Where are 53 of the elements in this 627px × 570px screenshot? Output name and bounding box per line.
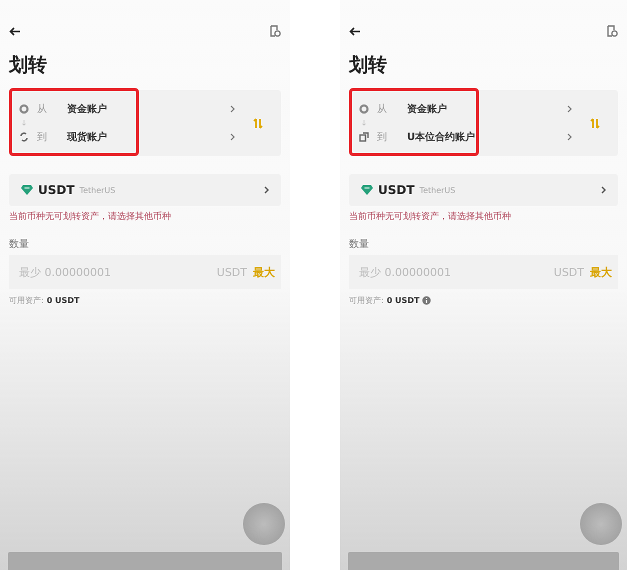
coin-name: TetherUS	[420, 186, 456, 194]
down-arrow-icon	[21, 120, 27, 126]
chevron-icon	[264, 186, 269, 194]
coin-selector[interactable]: USDT TetherUS	[9, 174, 281, 206]
gem-icon	[21, 185, 33, 195]
available-value: 0 USDT	[386, 296, 420, 305]
amount-label: 数量	[349, 238, 370, 251]
chevron-icon	[230, 133, 235, 141]
chevron-icon	[601, 186, 606, 194]
available-label: 可用资产:	[9, 295, 44, 306]
chevron-icon	[567, 133, 572, 141]
circle-icon	[359, 104, 369, 114]
chevron-icon	[230, 105, 235, 113]
coin-selector[interactable]: USDT TetherUS	[349, 174, 618, 206]
swap-arrows-icon[interactable]	[253, 118, 263, 128]
available-label: 可用资产:	[349, 295, 384, 306]
amount-label: 数量	[9, 238, 30, 251]
back-arrow-icon[interactable]	[349, 26, 361, 36]
account-row[interactable]: 从 资金账户	[19, 98, 253, 120]
coin-name: TetherUS	[80, 186, 116, 194]
down-arrow-icon	[361, 120, 367, 126]
gem-icon	[361, 185, 373, 195]
account-name: 资金账户	[407, 102, 448, 116]
page-title: 划转	[349, 53, 388, 78]
account-direction: 从	[377, 102, 388, 116]
history-icon[interactable]	[270, 25, 281, 37]
confirm-button[interactable]	[348, 552, 619, 570]
error-message: 当前币种无可划转资产，请选择其他币种	[9, 210, 172, 223]
coin-symbol: USDT	[378, 183, 415, 197]
available-value: 0 USDT	[46, 296, 80, 305]
swap-arrows-icon[interactable]	[590, 118, 600, 128]
account-row[interactable]: 从 资金账户	[359, 98, 590, 120]
circle-icon	[19, 104, 29, 114]
error-message: 当前币种无可划转资产，请选择其他币种	[349, 210, 512, 223]
account-name: U本位合约账户	[407, 130, 476, 144]
chevron-icon	[567, 105, 572, 113]
floating-button[interactable]	[243, 503, 285, 545]
account-direction: 到	[37, 131, 48, 144]
document-icon	[359, 132, 369, 142]
coin-symbol: USDT	[38, 183, 75, 197]
info-icon[interactable]	[422, 296, 432, 305]
account-name: 现货账户	[67, 130, 108, 144]
confirm-button[interactable]	[8, 552, 282, 570]
account-row[interactable]: 到 U本位合约账户	[359, 126, 590, 148]
floating-button[interactable]	[580, 503, 622, 545]
account-direction: 到	[377, 131, 388, 144]
account-row[interactable]: 到 现货账户	[19, 126, 253, 148]
history-icon[interactable]	[607, 25, 618, 37]
exchange-icon	[19, 132, 29, 142]
account-direction: 从	[37, 102, 48, 116]
back-arrow-icon[interactable]	[9, 26, 21, 36]
account-name: 资金账户	[67, 102, 108, 116]
page-title: 划转	[9, 53, 48, 78]
